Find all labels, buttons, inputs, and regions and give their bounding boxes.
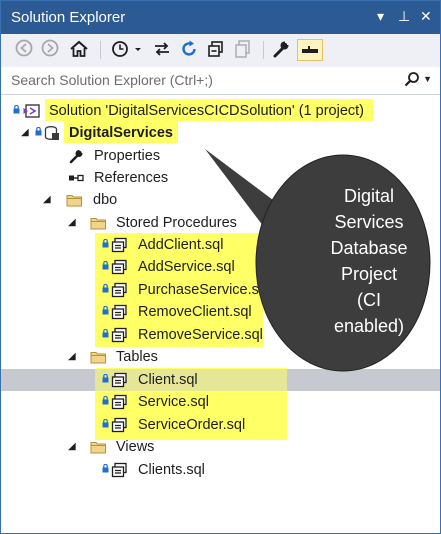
show-all-files-button[interactable] bbox=[232, 39, 254, 61]
wrench-icon bbox=[273, 41, 289, 58]
callout-line: Project bbox=[340, 264, 398, 284]
folder-icon bbox=[66, 195, 82, 207]
sql-file-icon bbox=[111, 372, 127, 388]
lock-icon bbox=[102, 306, 109, 315]
tree-item-label: ServiceOrder.sql bbox=[138, 417, 246, 433]
forward-button[interactable] bbox=[39, 39, 61, 61]
window-title: Solution Explorer bbox=[11, 9, 126, 26]
search-input[interactable] bbox=[11, 70, 391, 90]
pin-icon[interactable]: ⊥ bbox=[398, 8, 410, 25]
tree-item-label: dbo bbox=[93, 192, 118, 208]
solution-explorer-window: Solution Explorer ▾ ⊥ ✕ Search Solution … bbox=[0, 0, 441, 534]
tree-item-views[interactable]: ◢ Views bbox=[1, 436, 440, 458]
tree-item-label: Service.sql bbox=[138, 394, 209, 410]
database-project-icon bbox=[44, 126, 59, 140]
lock-icon bbox=[102, 396, 109, 405]
expanded-arrow-icon[interactable]: ◢ bbox=[21, 122, 29, 144]
toolbar bbox=[1, 34, 440, 68]
sync-icon bbox=[155, 42, 169, 56]
close-icon[interactable]: ✕ bbox=[420, 8, 432, 25]
lock-icon bbox=[102, 239, 109, 248]
tree-item-label: Stored Procedures bbox=[116, 215, 237, 231]
tree-item-label: Tables bbox=[116, 349, 158, 365]
sql-file-icon bbox=[111, 394, 127, 410]
sql-file-icon bbox=[111, 237, 127, 253]
forward-icon bbox=[41, 39, 59, 57]
toolbar-separator bbox=[263, 41, 264, 59]
preview-icon bbox=[302, 46, 318, 53]
back-button[interactable] bbox=[13, 39, 35, 61]
search-options-dropdown-icon[interactable]: ▼ bbox=[423, 74, 432, 84]
collapse-all-button[interactable] bbox=[205, 39, 227, 61]
tree-item-label: PurchaseService.sql bbox=[138, 282, 271, 298]
tree-item-project[interactable]: ◢ DigitalServices bbox=[1, 122, 440, 144]
tree-item-label: DigitalServices bbox=[69, 125, 173, 141]
tree-item-label: References bbox=[94, 170, 169, 186]
sync-with-active-document-button[interactable] bbox=[151, 39, 173, 61]
expanded-arrow-icon[interactable]: ◢ bbox=[68, 436, 76, 458]
tree-item-label: Clients.sql bbox=[138, 462, 205, 478]
tree-item-label: RemoveService.sql bbox=[138, 327, 263, 343]
tree-item-solution[interactable]: Solution 'DigitalServicesCICDSolution' (… bbox=[1, 100, 440, 122]
references-icon bbox=[69, 174, 84, 182]
tree-item-file[interactable]: ServiceOrder.sql bbox=[1, 414, 440, 436]
expanded-arrow-icon[interactable]: ◢ bbox=[43, 189, 51, 211]
tree-item-label: AddClient.sql bbox=[138, 237, 224, 253]
folder-icon bbox=[90, 442, 106, 454]
tree-item-file[interactable]: Clients.sql bbox=[1, 459, 440, 481]
tree-item-file[interactable]: Service.sql bbox=[1, 391, 440, 413]
lock-icon bbox=[102, 284, 109, 293]
callout-text: Digital Services Database Project (CI en… bbox=[284, 183, 440, 339]
refresh-icon bbox=[182, 40, 196, 56]
folder-icon bbox=[90, 218, 106, 230]
tree-item-label: Properties bbox=[94, 148, 161, 164]
folder-icon bbox=[90, 352, 106, 364]
solution-icon bbox=[23, 104, 40, 118]
lock-icon bbox=[102, 374, 109, 383]
collapse-all-icon bbox=[208, 41, 223, 57]
search-icon[interactable] bbox=[404, 71, 420, 91]
tree-item-tables[interactable]: ◢ Tables bbox=[1, 346, 440, 368]
expanded-arrow-icon[interactable]: ◢ bbox=[68, 212, 76, 234]
sql-file-icon bbox=[111, 259, 127, 275]
expanded-arrow-icon[interactable]: ◢ bbox=[68, 346, 76, 368]
lock-icon bbox=[35, 127, 42, 136]
callout-line: (CI bbox=[357, 290, 381, 310]
sql-file-icon bbox=[111, 327, 127, 343]
sql-file-icon bbox=[111, 462, 127, 478]
home-icon bbox=[70, 40, 88, 57]
callout-line: Database bbox=[330, 238, 408, 258]
callout-line: Digital bbox=[343, 186, 395, 206]
title-bar: Solution Explorer ▾ ⊥ ✕ bbox=[1, 1, 440, 34]
callout-line: enabled) bbox=[333, 316, 405, 336]
home-button[interactable] bbox=[67, 39, 91, 61]
lock-icon bbox=[13, 105, 20, 114]
properties-button[interactable] bbox=[270, 39, 292, 61]
tree-item-file-selected[interactable]: Client.sql bbox=[1, 369, 440, 391]
search-bar: ▼ bbox=[1, 67, 440, 95]
lock-icon bbox=[102, 419, 109, 428]
tree-item-label: Solution 'DigitalServicesCICDSolution' (… bbox=[49, 103, 364, 119]
wrench-icon bbox=[69, 149, 84, 164]
tree-item-properties[interactable]: Properties bbox=[1, 145, 440, 167]
tree-item-label: AddService.sql bbox=[138, 259, 235, 275]
lock-icon bbox=[102, 464, 109, 473]
history-button[interactable] bbox=[109, 39, 145, 61]
sql-file-icon bbox=[111, 304, 127, 320]
tree-item-label: RemoveClient.sql bbox=[138, 304, 252, 320]
sql-file-icon bbox=[111, 417, 127, 433]
toolbar-separator bbox=[100, 41, 101, 59]
tree-item-label: Client.sql bbox=[138, 372, 198, 388]
lock-icon bbox=[102, 261, 109, 270]
back-icon bbox=[15, 39, 33, 57]
history-icon bbox=[112, 41, 141, 57]
show-all-files-icon bbox=[235, 40, 250, 58]
callout-line: Services bbox=[334, 212, 404, 232]
tree-item-label: Views bbox=[116, 439, 155, 455]
preview-selected-items-button[interactable] bbox=[297, 39, 323, 61]
lock-icon bbox=[102, 329, 109, 338]
refresh-button[interactable] bbox=[178, 39, 200, 61]
window-menu-dropdown-icon[interactable]: ▾ bbox=[377, 8, 384, 25]
sql-file-icon bbox=[111, 282, 127, 298]
